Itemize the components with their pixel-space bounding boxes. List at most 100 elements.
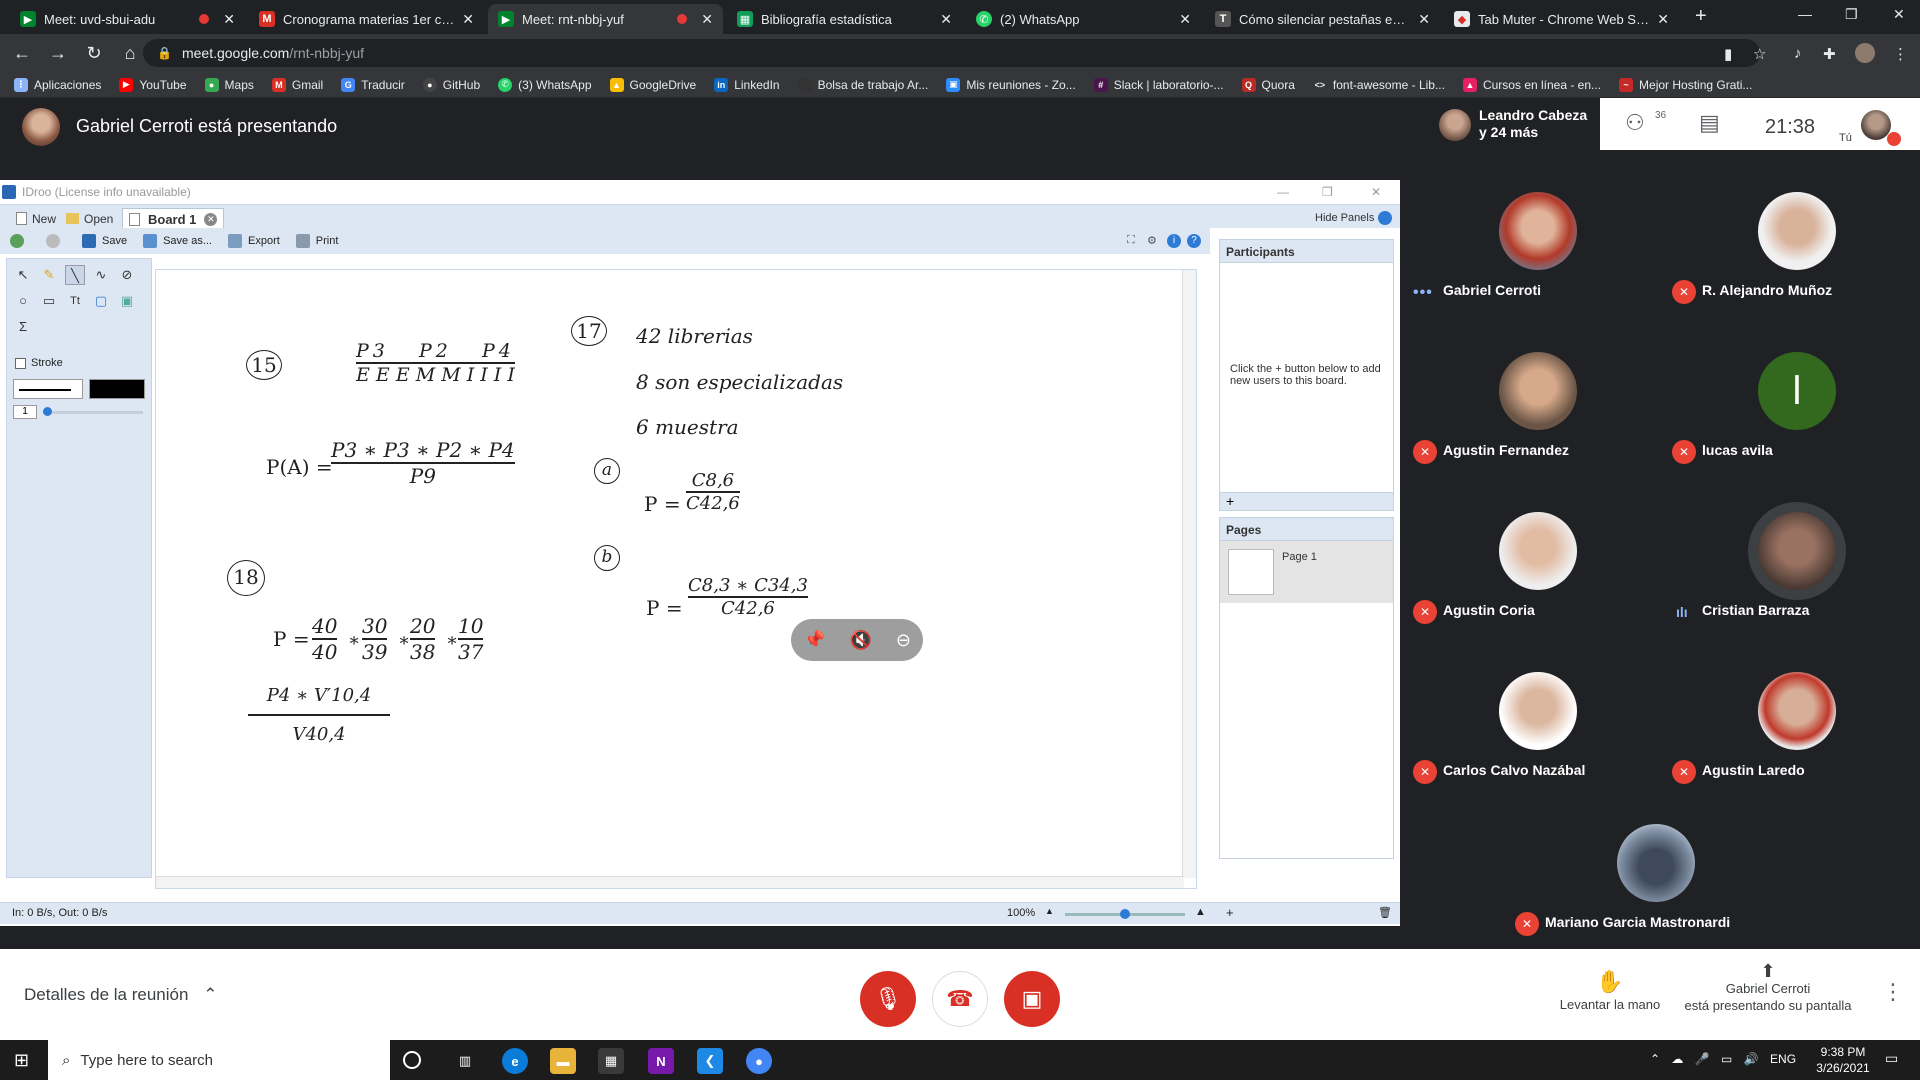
close-icon[interactable]: ✕ (462, 11, 474, 28)
participant-tile[interactable]: l ✕ lucas avila (1662, 310, 1920, 470)
chat-icon[interactable]: ▤ (1699, 110, 1720, 136)
close-icon[interactable]: ✕ (940, 11, 952, 28)
curve-tool-icon[interactable]: ∿ (91, 265, 111, 285)
leave-call-button[interactable]: ☎ (932, 971, 988, 1027)
zoom-in-icon[interactable]: ▲ (1195, 906, 1206, 918)
participant-tile[interactable]: ✕ Agustin Coria (1403, 470, 1661, 630)
slider-handle[interactable] (43, 407, 52, 416)
export-button[interactable]: Export (228, 234, 280, 248)
camera-icon[interactable]: ▮ (1724, 45, 1732, 63)
browser-tab[interactable]: ▦ Bibliografía estadística ✕ (727, 4, 962, 34)
horizontal-scrollbar[interactable] (156, 876, 1184, 888)
task-view-icon[interactable]: ▥ (452, 1048, 478, 1074)
bookmark-zoom[interactable]: ▣ Mis reuniones - Zo... (946, 77, 1076, 92)
line-tool-icon[interactable]: ╲ (65, 265, 85, 285)
volume-icon[interactable]: 🔊 (1744, 1052, 1759, 1066)
stroke-width-field[interactable]: 1 (13, 405, 37, 419)
fullscreen-icon[interactable]: ⛶ (1127, 234, 1135, 247)
eraser-tool-icon[interactable]: ⊘ (117, 265, 137, 285)
hide-panels-button[interactable]: Hide Panels (1315, 211, 1393, 225)
close-tab-icon[interactable]: ✕ (204, 212, 218, 226)
nav-back-button[interactable] (10, 234, 30, 248)
taskbar-clock[interactable]: 9:38 PM 3/26/2021 (1805, 1044, 1881, 1076)
speaker-icon[interactable]: ♪ (1794, 45, 1802, 62)
bookmark-github[interactable]: ● GitHub (422, 77, 480, 92)
onenote-icon[interactable]: N (648, 1048, 674, 1074)
zoom-slider-handle[interactable] (1120, 909, 1130, 919)
bookmark-maps[interactable]: ● Maps (204, 77, 254, 92)
color-picker[interactable] (89, 379, 145, 399)
stroke-toggle[interactable]: Stroke (15, 357, 63, 369)
participant-tile[interactable]: ✕ R. Alejandro Muñoz (1662, 150, 1920, 310)
bookmark-gmail[interactable]: M Gmail (271, 77, 323, 92)
browser-tab[interactable]: ◆ Tab Muter - Chrome Web Store ✕ (1444, 4, 1679, 34)
print-button[interactable]: Print (295, 234, 338, 248)
comment-tool-icon[interactable]: ▢ (91, 291, 111, 311)
bookmark-bolsa[interactable]: Bolsa de trabajo Ar... (797, 77, 928, 92)
text-tool-icon[interactable]: Tt (65, 291, 85, 311)
file-explorer-icon[interactable]: ▬ (550, 1048, 576, 1074)
people-icon[interactable]: ⚇ (1625, 110, 1645, 136)
raise-hand-button[interactable]: ✋ Levantar la mano (1555, 969, 1665, 1012)
presentation-button[interactable]: ⬆ Gabriel Cerroti está presentando su pa… (1678, 962, 1858, 1014)
chevron-up-icon[interactable]: ⌃ (1650, 1052, 1660, 1066)
info-icon[interactable]: i (1167, 234, 1181, 248)
cortana-icon[interactable] (403, 1051, 421, 1069)
store-icon[interactable]: ▦ (598, 1048, 624, 1074)
stroke-width-slider[interactable] (43, 411, 143, 414)
meeting-details-button[interactable]: Detalles de la reunión ⌃ (24, 985, 217, 1005)
url-field[interactable]: 🔒 meet.google.com /rnt-nbbj-yuf (143, 39, 1760, 67)
close-window-button[interactable]: ✕ (1893, 6, 1905, 23)
participant-tile[interactable]: ılı Cristian Barraza (1662, 470, 1920, 630)
browser-tab[interactable]: ▶ Meet: uvd-sbui-adu ✕ (10, 4, 245, 34)
formula-tool-icon[interactable]: Σ (13, 317, 33, 337)
whiteboard-canvas[interactable]: 15 P3 P2 P4 E E E M M I I I I P(A) = P3 … (155, 269, 1197, 889)
browser-tab[interactable]: T Cómo silenciar pestañas en Chrome ✕ (1205, 4, 1440, 34)
bookmark-cursos[interactable]: ▲ Cursos en línea - en... (1462, 77, 1601, 92)
bookmark-star-icon[interactable]: ☆ (1753, 45, 1766, 63)
bookmark-fontawesome[interactable]: <> font-awesome - Lib... (1312, 77, 1445, 92)
close-icon[interactable]: ✕ (1657, 11, 1669, 28)
bookmark-drive[interactable]: ▲ GoogleDrive (609, 77, 696, 92)
participant-tile[interactable]: ✕ Agustin Laredo (1662, 630, 1920, 790)
trash-icon[interactable]: 🗑 (1378, 906, 1392, 919)
line-style-select[interactable] (13, 379, 83, 399)
pencil-tool-icon[interactable]: ✎ (39, 265, 59, 285)
add-participant-button[interactable]: + (1219, 493, 1394, 511)
browser-tab[interactable]: ✆ (2) WhatsApp ✕ (966, 4, 1201, 34)
maximize-button[interactable]: ❐ (1845, 6, 1858, 23)
vertical-scrollbar[interactable] (1182, 270, 1196, 878)
close-icon[interactable]: ✕ (1179, 11, 1191, 28)
ellipse-tool-icon[interactable]: ○ (13, 291, 33, 311)
participant-tile[interactable]: ✕ Mariano Garcia Mastronardi (1505, 790, 1819, 950)
reload-icon[interactable]: ↻ (76, 43, 112, 64)
chrome-icon[interactable]: ● (746, 1048, 772, 1074)
add-page-button[interactable]: + (1226, 905, 1234, 920)
close-icon[interactable]: ✕ (701, 11, 713, 28)
taskbar-search[interactable]: ⌕ Type here to search (48, 1040, 390, 1080)
bookmark-translate[interactable]: G Traducir (341, 77, 405, 92)
help-icon[interactable]: ? (1187, 234, 1201, 248)
microphone-icon[interactable]: 🎤 (1695, 1052, 1710, 1066)
bookmark-hosting[interactable]: ~ Mejor Hosting Grati... (1619, 77, 1752, 92)
bookmark-quora[interactable]: Q Quora (1241, 77, 1295, 92)
edge-icon[interactable]: e (502, 1048, 528, 1074)
save-as-button[interactable]: Save as... (143, 234, 212, 248)
notification-icon[interactable]: ▭ (1885, 1050, 1898, 1067)
new-tab-button[interactable]: + (1695, 5, 1707, 28)
extensions-icon[interactable]: ✚ (1823, 45, 1836, 63)
mute-icon[interactable]: 🔇 (849, 630, 871, 651)
windows-start-icon[interactable]: ⊞ (14, 1050, 29, 1071)
page-thumbnail[interactable]: Page 1 (1220, 541, 1393, 603)
nav-forward-button[interactable] (46, 234, 66, 248)
bookmark-linkedin[interactable]: in LinkedIn (714, 77, 780, 92)
profile-avatar[interactable] (1855, 43, 1875, 63)
minimize-button[interactable]: — (1798, 6, 1812, 22)
cloud-icon[interactable]: ☁ (1671, 1052, 1683, 1066)
vscode-icon[interactable]: ❮ (697, 1048, 723, 1074)
participant-tile[interactable]: ••• Gabriel Cerroti (1403, 150, 1661, 310)
forward-icon[interactable]: → (40, 43, 76, 64)
select-tool-icon[interactable]: ↖ (13, 265, 33, 285)
bookmark-apps[interactable]: ⋮ Aplicaciones (14, 77, 101, 92)
pinned-people-chip[interactable]: Leandro Cabeza y 24 más (1429, 98, 1600, 150)
